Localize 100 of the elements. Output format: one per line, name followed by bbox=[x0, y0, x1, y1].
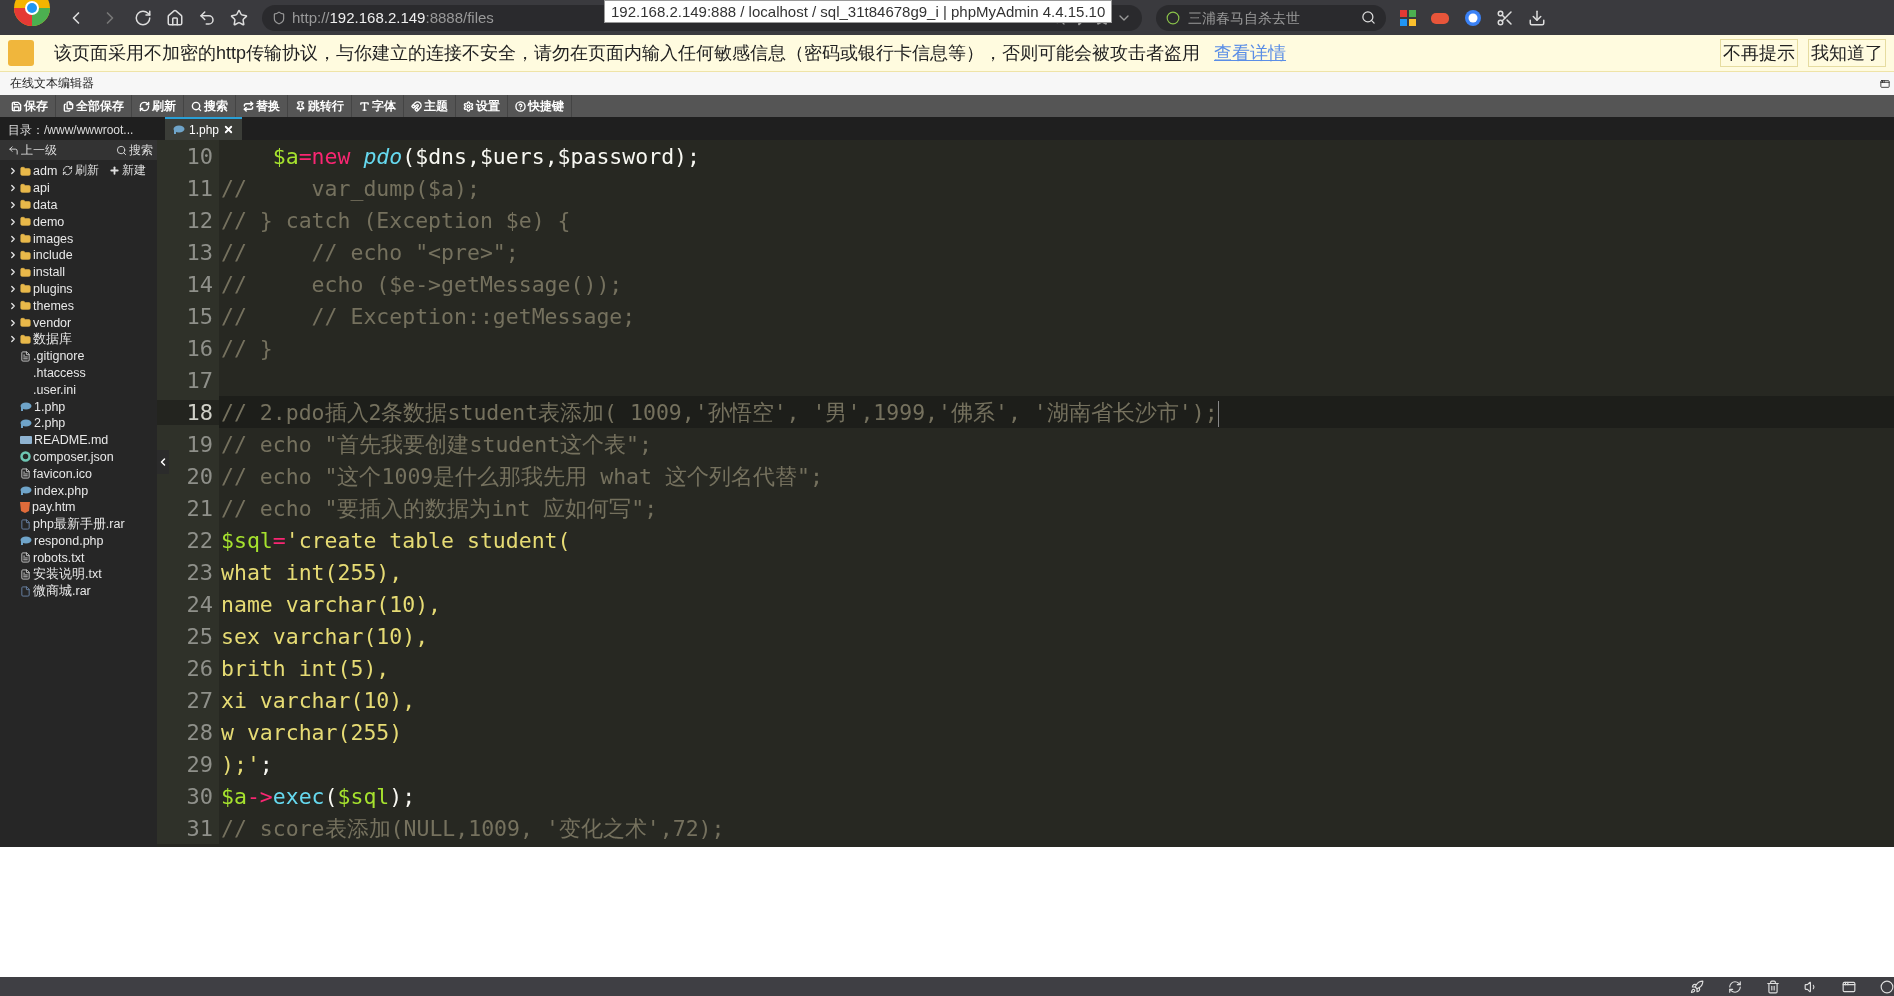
refresh-button[interactable]: 刷新 bbox=[62, 162, 99, 179]
line-number: 18 bbox=[157, 399, 219, 425]
line-number: 21 bbox=[185, 495, 214, 521]
home-icon[interactable] bbox=[166, 8, 184, 27]
file-item[interactable]: README.md bbox=[0, 431, 109, 449]
line-number: 16 bbox=[185, 335, 214, 361]
code-line: // echo ($e->getMessage()); bbox=[220, 271, 623, 297]
folder-icon bbox=[20, 333, 31, 345]
file-item[interactable]: favicon.ico bbox=[0, 465, 93, 483]
search-icon bbox=[1361, 10, 1376, 25]
grid-icon[interactable] bbox=[1400, 9, 1416, 26]
scissors-icon[interactable] bbox=[1496, 8, 1514, 27]
html5-icon bbox=[20, 501, 30, 513]
collapse-button[interactable] bbox=[157, 450, 169, 474]
line-number: 29 bbox=[185, 751, 214, 777]
file-item[interactable]: index.php bbox=[0, 482, 89, 499]
folder-item[interactable]: data bbox=[0, 196, 58, 214]
repeat-icon bbox=[243, 100, 254, 112]
dismiss-button[interactable]: 不再提示 bbox=[1720, 39, 1798, 67]
files-icon bbox=[63, 100, 74, 112]
search-button[interactable]: 搜索 bbox=[116, 141, 153, 159]
folder-icon bbox=[20, 216, 31, 228]
folder-item[interactable]: demo bbox=[0, 213, 65, 231]
code-line: // 2.pdo插入2条数据student表添加( 1009,'孙悟空', '男',1999,'佛系', '湖南省长沙市'); bbox=[220, 398, 1219, 427]
refresh-icon[interactable] bbox=[1728, 979, 1742, 994]
code-line: $a->exec($sql); bbox=[220, 783, 416, 809]
file-item[interactable]: .htaccess bbox=[0, 364, 86, 382]
line-number: 12 bbox=[185, 207, 214, 233]
folder-item[interactable]: plugins bbox=[0, 280, 73, 298]
reload-icon[interactable] bbox=[134, 8, 152, 27]
file-item[interactable]: 安装说明.txt bbox=[0, 566, 102, 583]
code-line: // score表添加(NULL,1009, '变化之术',72); bbox=[220, 814, 725, 843]
trash-icon[interactable] bbox=[1766, 979, 1780, 994]
file-item[interactable]: 微商城.rar bbox=[0, 582, 91, 600]
document-icon bbox=[20, 350, 31, 362]
code-line: // echo "这个1009是什么那我先用 what 这个列名代替"; bbox=[220, 462, 823, 491]
search-input[interactable]: 三浦春马自杀去世 bbox=[1186, 8, 1355, 27]
code-line: // echo "首先我要创建student这个表"; bbox=[220, 430, 652, 459]
folder-item[interactable]: install bbox=[0, 263, 65, 281]
line-number: 13 bbox=[185, 239, 214, 265]
folder-item[interactable]: 数据库 bbox=[0, 330, 72, 348]
document-icon bbox=[20, 552, 31, 564]
folder-item[interactable]: themes bbox=[0, 297, 74, 315]
file-item[interactable]: php最新手册.rar bbox=[0, 515, 125, 533]
help-icon bbox=[515, 100, 526, 112]
document-icon bbox=[20, 468, 31, 480]
line-number: 23 bbox=[185, 559, 214, 585]
file-item[interactable]: .gitignore bbox=[0, 347, 85, 365]
circle-icon[interactable] bbox=[1880, 979, 1894, 994]
code-line: name varchar(10), bbox=[220, 591, 442, 617]
folder-item[interactable]: include bbox=[0, 247, 73, 264]
close-icon[interactable] bbox=[223, 124, 235, 135]
download-icon[interactable] bbox=[1528, 8, 1546, 27]
code-line: // } bbox=[220, 335, 273, 361]
save-icon bbox=[11, 100, 22, 112]
line-number: 30 bbox=[185, 783, 214, 809]
search-icon bbox=[116, 144, 127, 156]
folder-item[interactable]: adm bbox=[0, 163, 58, 180]
line-number: 19 bbox=[185, 431, 214, 457]
line-number: 10 bbox=[185, 143, 214, 169]
dismiss-button[interactable]: 我知道了 bbox=[1808, 39, 1886, 67]
undo-icon[interactable] bbox=[198, 8, 216, 27]
file-item[interactable]: 1.php bbox=[0, 398, 66, 415]
rocket-icon[interactable] bbox=[1690, 979, 1704, 994]
window-icon[interactable] bbox=[1842, 979, 1856, 994]
search-field[interactable]: 三浦春马自杀去世 bbox=[1156, 4, 1386, 31]
restore-icon[interactable] bbox=[1880, 78, 1890, 89]
code-line: // echo "要插入的数据为int 应如何写"; bbox=[220, 494, 658, 523]
file-item[interactable]: .user.ini bbox=[0, 381, 77, 399]
folder-item[interactable]: vendor bbox=[0, 314, 72, 331]
folder-icon bbox=[20, 199, 31, 211]
line-number: 14 bbox=[185, 271, 214, 297]
line-number: 26 bbox=[185, 655, 214, 681]
file-item[interactable]: composer.json bbox=[0, 448, 114, 466]
folder-icon bbox=[20, 165, 31, 177]
link-tooltip: 192.168.2.149:888 / localhost / sql_31t84678g9_i | phpMyAdmin 4.4.15.10 bbox=[604, 0, 1113, 23]
code-line: // // echo "<pre>"; bbox=[220, 239, 519, 265]
line-number: 15 bbox=[185, 303, 214, 329]
folder-icon bbox=[20, 182, 31, 194]
code-line: w varchar(255) bbox=[220, 719, 403, 745]
new-button[interactable]: 新建 bbox=[109, 162, 146, 179]
folder-item[interactable]: api bbox=[0, 179, 50, 197]
ring-icon bbox=[20, 451, 31, 463]
file-item[interactable]: pay.htm bbox=[0, 498, 76, 516]
file-item[interactable]: 2.php bbox=[0, 414, 66, 432]
code-line: // } catch (Exception $e) { bbox=[220, 207, 571, 233]
file-icon bbox=[20, 585, 31, 597]
star-icon[interactable] bbox=[230, 8, 248, 27]
text-icon bbox=[359, 100, 370, 112]
folder-item[interactable]: images bbox=[0, 230, 74, 247]
search-icon bbox=[191, 100, 202, 112]
line-number: 20 bbox=[185, 463, 214, 489]
file-tab[interactable]: 1.php bbox=[165, 117, 243, 140]
folder-icon bbox=[20, 266, 31, 278]
up-button[interactable]: 上一级 bbox=[8, 141, 57, 159]
refresh-icon bbox=[62, 165, 73, 176]
code-line: // var_dump($a); bbox=[220, 175, 480, 201]
file-item[interactable]: respond.php bbox=[0, 532, 104, 550]
code-line: what int(255), bbox=[220, 559, 403, 585]
file-item[interactable]: robots.txt bbox=[0, 549, 85, 567]
